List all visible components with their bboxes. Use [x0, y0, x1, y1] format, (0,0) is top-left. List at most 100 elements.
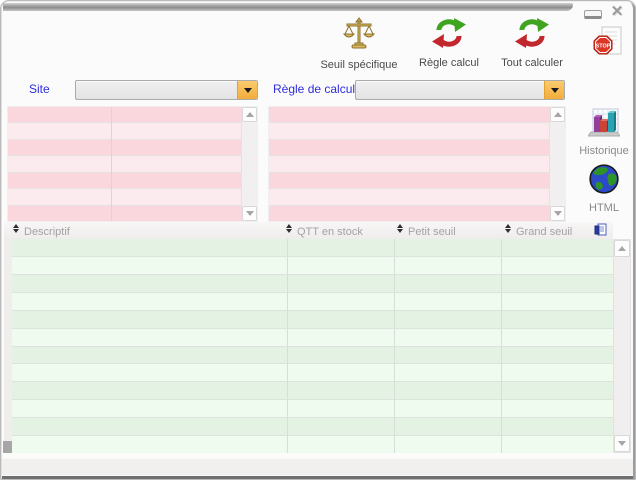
list-item[interactable]	[8, 189, 241, 205]
table-row[interactable]	[12, 418, 613, 436]
list-item[interactable]	[269, 173, 549, 189]
cell-petit-seuil	[394, 329, 501, 346]
list-item[interactable]	[269, 206, 549, 221]
seuil-specifique-label: Seuil spécifique	[320, 59, 397, 71]
cell-qtt-en-stock	[287, 347, 394, 364]
column-header-grand-seuil[interactable]: Grand seuil	[505, 222, 572, 238]
column-header-descriptif[interactable]: Descriptif	[13, 222, 70, 238]
cell-grand-seuil	[501, 382, 613, 399]
arrow-down-icon	[554, 211, 562, 216]
close-icon: ✕	[611, 3, 624, 20]
scroll-up-button[interactable]	[242, 107, 257, 122]
table-row[interactable]	[12, 400, 613, 418]
table-row[interactable]	[12, 257, 613, 275]
cell-qtt-en-stock	[287, 382, 394, 399]
cell-qtt-en-stock	[287, 364, 394, 381]
site-combobox-dropdown-button[interactable]	[237, 81, 257, 99]
list-item[interactable]	[8, 206, 241, 221]
table-row[interactable]	[12, 436, 613, 453]
cell-descriptif	[12, 329, 287, 346]
cell-grand-seuil	[501, 311, 613, 328]
tout-calculer-button[interactable]: Tout calculer	[490, 17, 574, 69]
cell-petit-seuil	[394, 293, 501, 310]
stop-text: STOP	[596, 43, 611, 49]
cell-descriptif	[12, 275, 287, 292]
scroll-down-button[interactable]	[242, 206, 257, 221]
list-item[interactable]	[269, 123, 549, 139]
table-gutter-end	[3, 441, 12, 453]
chevron-down-icon	[551, 88, 559, 93]
cell-petit-seuil	[394, 418, 501, 435]
table-row[interactable]	[12, 239, 613, 257]
column-header-petit-seuil[interactable]: Petit seuil	[397, 222, 456, 238]
cell-grand-seuil	[501, 364, 613, 381]
list-item[interactable]	[8, 140, 241, 156]
scroll-up-button[interactable]	[550, 107, 565, 122]
list-item[interactable]	[8, 123, 241, 139]
historique-button[interactable]: Historique	[577, 108, 631, 157]
cell-petit-seuil	[394, 382, 501, 399]
recalculate-icon	[515, 17, 549, 54]
right-listbox-scrollbar[interactable]	[549, 107, 565, 221]
table-row[interactable]	[12, 347, 613, 365]
cell-grand-seuil	[501, 436, 613, 453]
table-scrollbar[interactable]	[613, 239, 631, 453]
results-table[interactable]	[12, 239, 613, 453]
table-row[interactable]	[12, 382, 613, 400]
cell-qtt-en-stock	[287, 436, 394, 453]
table-row[interactable]	[12, 364, 613, 382]
list-item[interactable]	[269, 140, 549, 156]
cell-petit-seuil	[394, 275, 501, 292]
scroll-down-button[interactable]	[550, 206, 565, 221]
site-combobox[interactable]	[75, 80, 258, 100]
right-listbox[interactable]	[268, 106, 566, 222]
app-window: ✕ Seuil spécifique	[0, 0, 636, 480]
right-listbox-rows	[269, 107, 549, 221]
scroll-down-button[interactable]	[614, 435, 630, 452]
sort-icon	[397, 224, 403, 233]
left-listbox[interactable]	[7, 106, 258, 222]
table-row[interactable]	[12, 293, 613, 311]
list-item[interactable]	[8, 107, 241, 123]
cell-grand-seuil	[501, 239, 613, 256]
scales-icon	[342, 17, 376, 56]
cell-descriptif	[12, 257, 287, 274]
rule-combobox[interactable]	[355, 80, 565, 100]
cell-qtt-en-stock	[287, 257, 394, 274]
cell-qtt-en-stock	[287, 311, 394, 328]
arrow-up-icon	[554, 112, 562, 117]
stop-button[interactable]: STOP	[591, 26, 623, 59]
cell-descriptif	[12, 239, 287, 256]
close-button[interactable]: ✕	[605, 2, 629, 22]
list-item[interactable]	[8, 173, 241, 189]
arrow-down-icon	[246, 211, 254, 216]
table-row-gutter	[4, 239, 12, 453]
tout-calculer-label: Tout calculer	[501, 57, 563, 69]
table-row[interactable]	[12, 329, 613, 347]
left-listbox-scrollbar[interactable]	[241, 107, 257, 221]
cell-descriptif	[12, 364, 287, 381]
stop-icon: STOP	[591, 46, 623, 63]
scroll-up-button[interactable]	[614, 240, 630, 257]
column-header-qtt-en-stock[interactable]: QTT en stock	[286, 222, 363, 238]
list-item[interactable]	[269, 189, 549, 205]
minimize-button[interactable]	[584, 10, 602, 19]
cell-grand-seuil	[501, 275, 613, 292]
cell-descriptif	[12, 418, 287, 435]
list-item[interactable]	[269, 156, 549, 172]
cell-petit-seuil	[394, 436, 501, 453]
cell-petit-seuil	[394, 364, 501, 381]
table-header: Descriptif QTT en stock Petit seuil Gran…	[4, 222, 613, 239]
table-row[interactable]	[12, 311, 613, 329]
bar-chart-icon	[588, 108, 620, 143]
cell-petit-seuil	[394, 239, 501, 256]
regle-calcul-button[interactable]: Règle calcul	[408, 17, 490, 69]
html-button[interactable]: HTML	[582, 163, 626, 214]
table-row[interactable]	[12, 275, 613, 293]
list-item[interactable]	[269, 107, 549, 123]
rule-combobox-dropdown-button[interactable]	[544, 81, 564, 99]
cell-descriptif	[12, 293, 287, 310]
cell-grand-seuil	[501, 329, 613, 346]
seuil-specifique-button[interactable]: Seuil spécifique	[318, 17, 400, 71]
list-item[interactable]	[8, 156, 241, 172]
